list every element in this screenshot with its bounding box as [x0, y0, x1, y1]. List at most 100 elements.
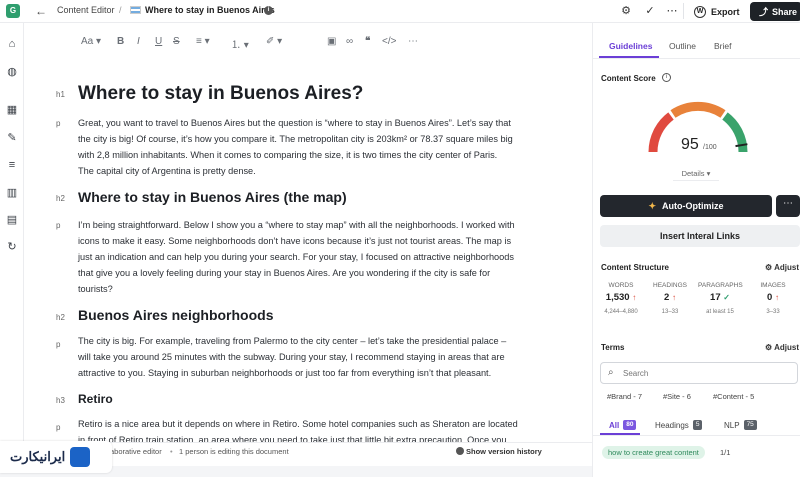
wordpress-icon: W	[694, 5, 706, 18]
table-icon[interactable]: ▤	[5, 213, 19, 227]
content-structure-title: Content Structure	[601, 263, 669, 272]
align-icon[interactable]: ≡ ▾	[196, 36, 210, 47]
block-tag-p: p	[56, 221, 61, 230]
top-bar: G ← Content Editor / Where to stay in Bu…	[0, 0, 800, 23]
code-icon[interactable]: </>	[382, 36, 396, 47]
watermark-logo-icon	[70, 447, 91, 467]
back-arrow-icon[interactable]: ←	[35, 3, 47, 19]
home-icon[interactable]: ⌂	[5, 37, 19, 51]
stat-headings-range: 13–33	[661, 309, 679, 315]
content-score-max: /100	[703, 144, 717, 151]
paragraph-line: just an indication and can help you duri…	[78, 252, 514, 262]
checkmark-icon[interactable]: ✓	[642, 3, 658, 19]
edit-document-icon[interactable]: ✎	[5, 131, 19, 145]
term-pill[interactable]: how to create great content	[602, 446, 705, 459]
adjust-terms-button[interactable]: ⚙ Adjust	[765, 343, 799, 352]
heading-h3[interactable]: Retiro	[78, 392, 113, 406]
count-badge: 75	[743, 420, 757, 430]
heading-h1[interactable]: Where to stay in Buenos Aires?	[78, 83, 363, 105]
paragraph[interactable]: I’m being straightforward. Below I show …	[78, 217, 548, 297]
underline-icon[interactable]: U	[155, 36, 162, 47]
info-icon[interactable]: i	[264, 6, 273, 15]
breadcrumb-separator: /	[119, 5, 122, 15]
bar-chart-icon[interactable]: ▥	[5, 186, 19, 200]
tab-outline[interactable]: Outline	[669, 41, 696, 51]
highlight-icon[interactable]: ✐ ▾	[266, 36, 282, 47]
more-format-icon[interactable]: ⋯	[408, 36, 418, 47]
gauge-orange-segment	[670, 101, 726, 118]
link-icon[interactable]: ∞	[346, 36, 353, 47]
settings-gear-icon[interactable]: ⚙	[618, 3, 634, 19]
argentina-flag-icon	[130, 6, 141, 14]
panel-tabs: Guidelines Outline Brief	[593, 23, 800, 59]
list-icon[interactable]: ≡	[5, 158, 19, 172]
info-icon[interactable]: i	[662, 73, 671, 82]
watermark: ایرانیکارت	[0, 441, 112, 473]
filter-tab-all[interactable]: All 80	[609, 420, 637, 430]
search-icon: ⌕	[608, 367, 614, 378]
stat-paragraphs-value: 17 ✓	[710, 292, 730, 303]
filter-tab-headings[interactable]: Headings 5	[655, 420, 703, 430]
editing-status: 1 person is editing this document	[179, 447, 289, 456]
paragraph-line: Retiro is a nice area but it depends on …	[78, 419, 518, 429]
quote-icon[interactable]: ❝	[365, 36, 370, 47]
heading-h2[interactable]: Buenos Aires neighborhoods	[78, 307, 274, 323]
term-usage-count: 1/1	[720, 448, 731, 457]
guidelines-panel: Guidelines Outline Brief Content Score i…	[592, 23, 800, 477]
strikethrough-icon[interactable]: S	[173, 36, 180, 47]
show-version-history-link[interactable]: Show version history	[466, 447, 542, 456]
toolbar-divider	[683, 3, 684, 19]
tab-brief[interactable]: Brief	[714, 41, 731, 51]
auto-optimize-button[interactable]: ✦ Auto-Optimize	[600, 195, 772, 217]
terms-search-input[interactable]	[623, 366, 793, 380]
more-options-icon[interactable]: ⋯	[664, 3, 680, 19]
content-score-gauge	[648, 101, 748, 153]
auto-optimize-more-button[interactable]: ⋯	[776, 195, 800, 217]
document-title: Where to stay in Buenos Aires	[145, 5, 275, 15]
share-button[interactable]: ⤴ Share	[750, 2, 800, 21]
breadcrumb-content-editor[interactable]: Content Editor	[57, 5, 115, 15]
insert-internal-links-button[interactable]: Insert Interal Links	[600, 225, 800, 247]
content-editor[interactable]: Aa ▾ B I U S ≡ ▾ ⒈ ▾ ✐ ▾ ▣ ∞ ❝ </> ⋯ h1 …	[24, 23, 592, 477]
chip-brand[interactable]: #Brand - 7	[607, 390, 642, 403]
adjust-icon: ⚙	[765, 343, 773, 352]
tab-guidelines[interactable]: Guidelines	[609, 41, 652, 51]
chip-content[interactable]: #Content - 5	[713, 390, 754, 403]
app-logo[interactable]: G	[6, 4, 20, 18]
block-tag-h2: h2	[56, 313, 65, 322]
share-link-icon[interactable]: ↻	[5, 240, 19, 254]
paragraph-line: I’m being straightforward. Below I show …	[78, 220, 515, 230]
numbered-list-icon[interactable]: ⒈ ▾	[231, 36, 249, 51]
export-label: Export	[711, 6, 740, 17]
filter-tab-nlp[interactable]: NLP 75	[724, 420, 757, 430]
paragraph[interactable]: The city is big. For example, traveling …	[78, 333, 548, 381]
paragraph-line: icons to make it easy. Some neighborhood…	[78, 236, 512, 246]
export-button[interactable]: W Export	[688, 2, 746, 21]
left-rail: ⌂ ◍ ▦ ✎ ≡ ▥ ▤ ↻	[0, 23, 24, 477]
filter-tabs-divider	[593, 435, 800, 436]
stat-words-label: WORDS	[608, 282, 634, 289]
block-tag-p: p	[56, 423, 61, 432]
chip-site[interactable]: #Site - 6	[663, 390, 691, 403]
count-badge: 5	[692, 420, 703, 430]
image-icon[interactable]: ▣	[327, 36, 336, 47]
paragraph[interactable]: Retiro is a nice area but it depends on …	[78, 416, 548, 443]
terms-search-box[interactable]: ⌕	[600, 362, 798, 384]
paragraph-line: will take you around 25 minutes with the…	[78, 352, 505, 362]
collaborative-editor-label: aborative editor	[110, 447, 162, 456]
heading-h2[interactable]: Where to stay in Buenos Aires (the map)	[78, 189, 347, 205]
paragraph-line: attractive to you. Staying in suburban n…	[78, 368, 492, 378]
globe-icon[interactable]: ◍	[5, 65, 19, 79]
bold-icon[interactable]: B	[117, 36, 124, 47]
stat-images-label: IMAGES	[760, 282, 786, 289]
stat-headings-label: HEADINGS	[653, 282, 687, 289]
text-style-dropdown[interactable]: Aa ▾	[81, 36, 101, 47]
paragraph-line: tourists?	[78, 284, 113, 294]
details-dropdown[interactable]: Details ▾	[673, 169, 719, 181]
gauge-red-segment	[648, 112, 674, 153]
adjust-icon: ⚙	[765, 263, 773, 272]
italic-icon[interactable]: I	[137, 36, 140, 47]
paragraph[interactable]: Great, you want to travel to Buenos Aire…	[78, 115, 548, 179]
adjust-structure-button[interactable]: ⚙ Adjust	[765, 263, 799, 272]
dashboard-icon[interactable]: ▦	[5, 103, 19, 117]
